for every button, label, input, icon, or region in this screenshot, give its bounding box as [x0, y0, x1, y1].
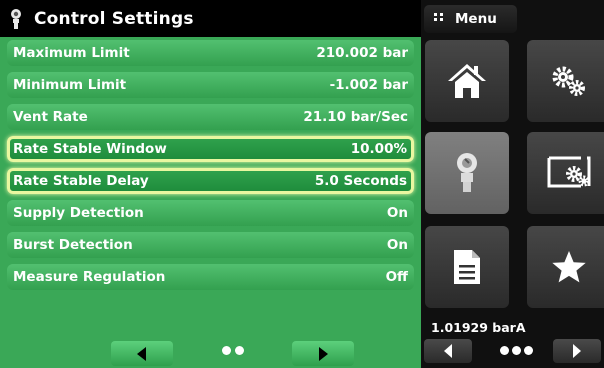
setting-row-rate-stable-window[interactable]: Rate Stable Window 10.00%	[7, 136, 414, 162]
settings-list: Maximum Limit 210.002 bar Minimum Limit …	[0, 40, 421, 296]
home-tile[interactable]	[425, 40, 509, 122]
setting-label: Rate Stable Window	[13, 141, 167, 157]
documents-tile[interactable]	[425, 226, 509, 308]
star-icon	[552, 251, 586, 283]
setting-value: 21.10 bar/Sec	[303, 109, 408, 125]
control-tile[interactable]	[425, 132, 509, 214]
setting-label: Rate Stable Delay	[13, 173, 149, 189]
sidebar-page-indicator	[500, 346, 533, 355]
display-settings-tile[interactable]	[527, 132, 604, 214]
previous-page-button[interactable]	[111, 341, 173, 366]
setting-row-rate-stable-delay[interactable]: Rate Stable Delay 5.0 Seconds	[7, 168, 414, 194]
page-navigation	[0, 337, 421, 368]
page-dot	[524, 346, 533, 355]
setting-value: 10.00%	[350, 141, 407, 157]
setting-row-vent-rate[interactable]: Vent Rate 21.10 bar/Sec	[7, 104, 414, 130]
right-arrow-icon	[573, 344, 581, 358]
page-indicator	[222, 346, 244, 355]
left-arrow-icon	[137, 346, 146, 361]
pressure-reading: 1.01929 barA	[431, 320, 526, 335]
left-arrow-icon	[444, 344, 452, 358]
setting-value: On	[386, 205, 408, 221]
document-icon	[454, 250, 480, 284]
page-dot	[222, 346, 231, 355]
monitor-gear-icon	[547, 156, 591, 188]
right-arrow-icon	[319, 346, 328, 361]
menu-button[interactable]: Menu	[424, 5, 517, 33]
setting-label: Maximum Limit	[13, 45, 130, 61]
sidebar: Menu 1.01929 barA	[421, 0, 604, 368]
sidebar-next-button[interactable]	[553, 339, 601, 363]
setting-label: Burst Detection	[13, 237, 133, 253]
control-settings-panel: Control Settings Maximum Limit 210.002 b…	[0, 0, 421, 368]
setting-row-minimum-limit[interactable]: Minimum Limit -1.002 bar	[7, 72, 414, 98]
setting-row-maximum-limit[interactable]: Maximum Limit 210.002 bar	[7, 40, 414, 66]
setting-value: -1.002 bar	[329, 77, 408, 93]
home-icon	[448, 64, 486, 98]
page-dot	[500, 346, 509, 355]
setting-row-measure-regulation[interactable]: Measure Regulation Off	[7, 264, 414, 290]
next-page-button[interactable]	[292, 341, 354, 366]
setting-value: 210.002 bar	[316, 45, 408, 61]
pressure-regulator-icon	[457, 153, 477, 192]
gears-icon	[552, 66, 585, 96]
page-title: Control Settings	[34, 8, 194, 29]
setting-value: 5.0 Seconds	[314, 173, 407, 189]
setting-label: Vent Rate	[13, 109, 88, 125]
setting-label: Measure Regulation	[13, 269, 166, 285]
favorites-tile[interactable]	[527, 226, 604, 308]
pressure-regulator-icon	[11, 8, 21, 29]
setting-row-burst-detection[interactable]: Burst Detection On	[7, 232, 414, 258]
setting-label: Supply Detection	[13, 205, 144, 221]
page-dot	[235, 346, 244, 355]
menu-label: Menu	[455, 11, 497, 27]
page-dot	[512, 346, 521, 355]
sidebar-previous-button[interactable]	[424, 339, 472, 363]
setting-value: Off	[385, 269, 408, 285]
panel-header: Control Settings	[0, 0, 421, 37]
grid-icon	[434, 13, 443, 21]
setting-row-supply-detection[interactable]: Supply Detection On	[7, 200, 414, 226]
settings-tile[interactable]	[527, 40, 604, 122]
setting-value: On	[386, 237, 408, 253]
setting-label: Minimum Limit	[13, 77, 127, 93]
